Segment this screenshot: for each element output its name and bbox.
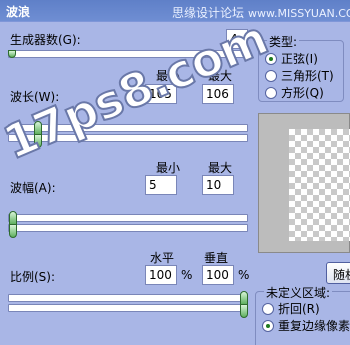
- undefined-option-repeat[interactable]: 重复边缘像素: [262, 317, 350, 334]
- generators-slider[interactable]: [8, 50, 248, 58]
- scale-horizontal-label: 水平: [150, 251, 175, 265]
- undefined-area-group: 未定义区域: 折回(R) 重复边缘像素: [255, 284, 350, 345]
- amplitude-min-input[interactable]: 5: [145, 175, 177, 195]
- radio-selected-icon[interactable]: [265, 53, 277, 65]
- radio-icon[interactable]: [265, 87, 277, 99]
- type-option-square-label: 方形(Q): [281, 86, 324, 100]
- scale-vertical-input[interactable]: 100: [202, 265, 234, 285]
- title-bar: 波浪 思缘设计论坛www.MISSYUAN.COM: [0, 0, 350, 22]
- wavelength-label: 波长(W):: [10, 90, 60, 104]
- wavelength-min-label: 最小: [156, 69, 181, 83]
- undefined-option-repeat-label: 重复边缘像素: [278, 319, 350, 333]
- undefined-option-wrap[interactable]: 折回(R): [262, 300, 320, 317]
- amplitude-label: 波幅(A):: [10, 181, 56, 195]
- amplitude-max-input[interactable]: 10: [202, 175, 234, 195]
- undefined-area-legend: 未定义区域:: [264, 284, 333, 301]
- site-watermark: 思缘设计论坛www.MISSYUAN.COM: [172, 4, 350, 21]
- amplitude-max-thumb[interactable]: [9, 224, 17, 238]
- randomize-button[interactable]: 随机化: [326, 262, 350, 284]
- scale-horizontal-input[interactable]: 100: [145, 265, 177, 285]
- window-title: 波浪: [6, 5, 31, 19]
- type-group-legend: 类型:: [267, 33, 300, 50]
- scale-label: 比例(S):: [10, 270, 56, 284]
- amplitude-max-slider[interactable]: [8, 224, 248, 238]
- type-option-sine[interactable]: 正弦(I): [265, 50, 318, 67]
- amplitude-min-thumb[interactable]: [9, 211, 17, 225]
- amplitude-max-label: 最大: [208, 161, 233, 175]
- scale-vertical-unit: %: [238, 268, 250, 282]
- scale-vertical-label: 垂直: [204, 251, 229, 265]
- generators-input[interactable]: 4: [226, 29, 248, 49]
- radio-icon[interactable]: [262, 303, 274, 315]
- scale-vertical-slider[interactable]: [8, 304, 248, 318]
- wavelength-max-thumb[interactable]: [34, 134, 42, 148]
- wave-preview: [258, 113, 350, 253]
- amplitude-min-label: 最小: [156, 161, 181, 175]
- wavelength-min-thumb[interactable]: [34, 121, 42, 135]
- type-option-square[interactable]: 方形(Q): [265, 84, 324, 101]
- type-option-triangle-label: 三角形(T): [281, 69, 334, 83]
- scale-horizontal-unit: %: [181, 268, 193, 282]
- generators-slider-thumb[interactable]: [8, 50, 16, 58]
- scale-vertical-thumb[interactable]: [240, 304, 248, 318]
- scale-horizontal-thumb[interactable]: [240, 291, 248, 305]
- radio-icon[interactable]: [265, 70, 277, 82]
- type-option-triangle[interactable]: 三角形(T): [265, 67, 334, 84]
- wavelength-max-label: 最大: [208, 69, 233, 83]
- wavelength-max-slider[interactable]: [8, 134, 248, 148]
- type-option-sine-label: 正弦(I): [281, 52, 318, 66]
- generators-label: 生成器数(G):: [10, 33, 81, 47]
- wavelength-min-input[interactable]: 105: [145, 84, 177, 104]
- wavelength-max-input[interactable]: 106: [202, 84, 234, 104]
- undefined-option-wrap-label: 折回(R): [278, 302, 320, 316]
- wavelength-min-slider[interactable]: [8, 121, 248, 135]
- site-watermark-url: www.MISSYUAN.COM: [248, 7, 350, 20]
- radio-selected-icon[interactable]: [262, 320, 274, 332]
- amplitude-min-slider[interactable]: [8, 211, 248, 225]
- preview-transparency-grid: [289, 129, 350, 241]
- type-group: 类型: 正弦(I) 三角形(T) 方形(Q): [258, 33, 344, 102]
- scale-horizontal-slider[interactable]: [8, 291, 248, 305]
- site-watermark-name: 思缘设计论坛: [172, 6, 245, 20]
